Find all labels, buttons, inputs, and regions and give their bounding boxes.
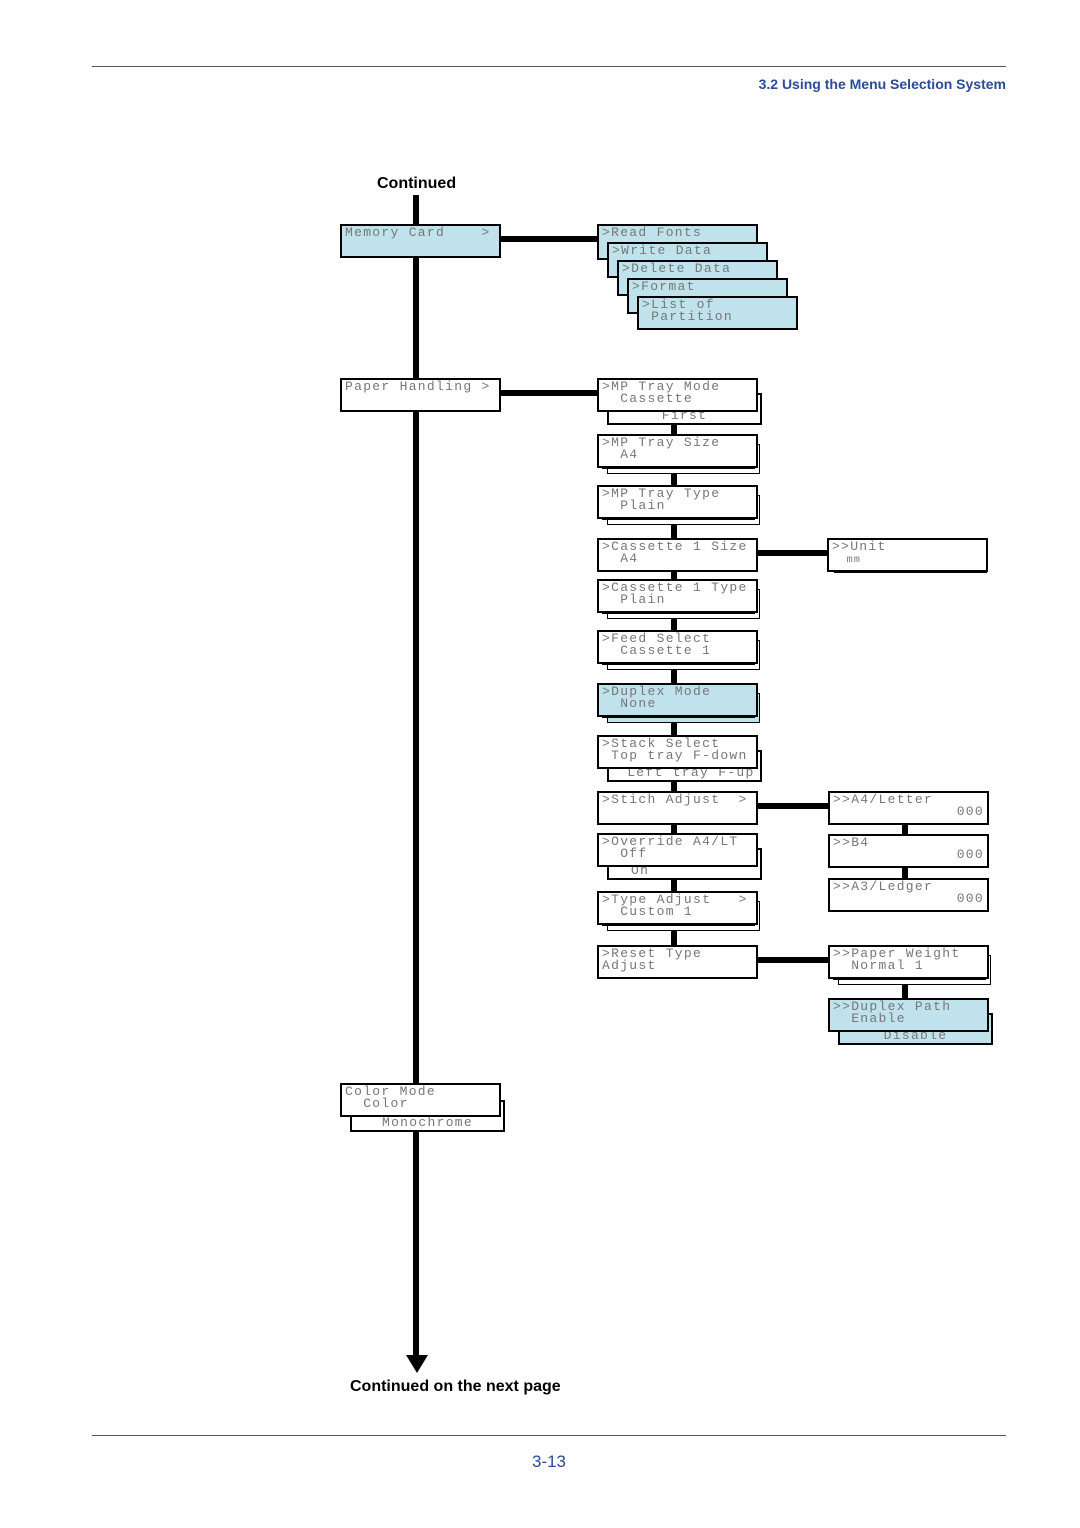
menu-value: Plain [602,592,666,607]
menu-label: >Stich Adjust > [602,792,748,807]
menu-mp-tray-size: >MP Tray Size A4 [597,434,758,468]
menu-label: >Read Fonts [602,225,703,240]
menu-value: None [602,696,657,711]
menu-value: Cassette [602,391,694,406]
menu-paper-handling: Paper Handling > [340,378,501,412]
connector [752,957,828,963]
menu-override-a4-lt: >Override A4/LT Off [597,833,758,867]
menu-b4: >>B4 000 [828,834,989,868]
menu-value: 000 [956,804,984,819]
section-header: 3.2 Using the Menu Selection System [758,76,1006,92]
arrow-down-icon [406,1355,428,1373]
manual-page: 3.2 Using the Menu Selection System Cont… [0,0,1080,1528]
menu-duplex-mode: >Duplex Mode None [597,683,758,717]
footer-rule [92,1435,1006,1436]
menu-label: Paper Handling > [345,379,491,394]
menu-mp-tray-mode: >MP Tray Mode Cassette [597,378,758,412]
menu-label: >>Unit [832,539,887,554]
menu-cassette-1-size: >Cassette 1 Size A4 [597,538,758,572]
menu-value: A4 [602,551,639,566]
menu-mp-tray-type: >MP Tray Type Plain [597,485,758,519]
menu-label: Adjust [602,958,657,973]
menu-type-adjust: >Type Adjust > Custom 1 [597,891,758,925]
menu-value: Color [345,1096,409,1111]
menu-value: Plain [602,498,666,513]
menu-label: Partition [642,309,734,324]
menu-value: Off [602,846,648,861]
menu-value: Top tray F-down [602,748,748,763]
main-flow-line [413,195,419,1357]
menu-feed-select: >Feed Select Cassette 1 [597,630,758,664]
page-number: 3-13 [531,1452,567,1471]
menu-color-mode: Color Mode Color [340,1083,501,1117]
connector [752,550,828,556]
menu-a3-ledger: >>A3/Ledger 000 [828,878,989,912]
menu-reset-type-adjust: >Reset Type Adjust [597,945,758,979]
menu-cassette-1-type: >Cassette 1 Type Plain [597,579,758,613]
menu-label: >>B4 [833,835,870,850]
option-value: Monochrome [381,1115,473,1130]
menu-label: Memory Card > [345,225,491,240]
menu-duplex-path: >>Duplex Path Enable [828,998,989,1032]
menu-value: 000 [956,891,984,906]
connector [752,803,828,809]
menu-label: >Format [632,279,696,294]
menu-label: >>A4/Letter [833,792,934,807]
menu-label: >Delete Data [622,261,732,276]
menu-memory-card: Memory Card > [340,224,501,258]
menu-unit: >>Unit mm [827,538,988,572]
connector [495,236,597,242]
menu-label: >>A3/Ledger [833,879,934,894]
menu-value: Cassette 1 [602,643,712,658]
menu-a4-letter: >>A4/Letter 000 [828,791,989,825]
menu-stich-adjust: >Stich Adjust > [597,791,758,825]
continued-label: Continued [377,175,457,192]
menu-value: Normal 1 [833,958,925,973]
menu-value: A4 [602,447,639,462]
connector [495,390,597,396]
menu-value: 000 [956,847,984,862]
menu-list-of-partition: >List of Partition [637,296,798,330]
continued-next-label: Continued on the next page [350,1378,561,1395]
menu-label: >Write Data [612,243,713,258]
menu-value: mm [832,555,862,566]
menu-value: Custom 1 [602,904,694,919]
menu-value: Enable [833,1011,906,1026]
header-rule [92,66,1006,67]
menu-stack-select: >Stack Select Top tray F-down [597,735,758,769]
menu-paper-weight: >>Paper Weight Normal 1 [828,945,989,979]
